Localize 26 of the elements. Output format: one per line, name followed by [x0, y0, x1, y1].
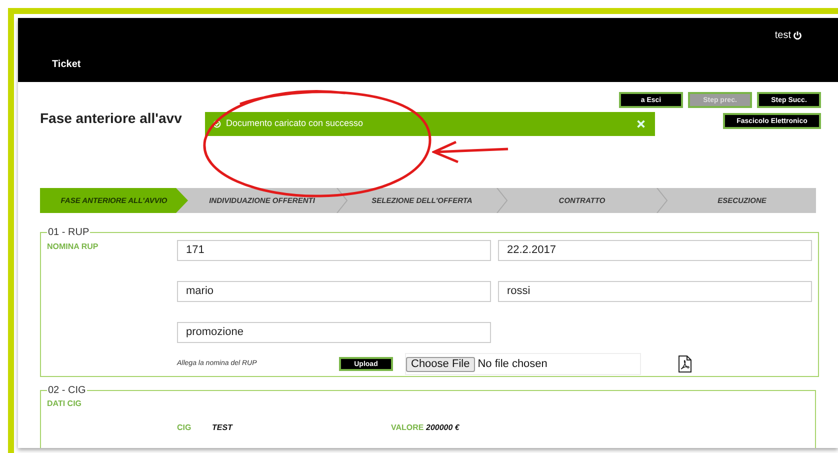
page-title: Fase anteriore all'avv	[40, 109, 182, 128]
file-status: No file chosen	[478, 356, 548, 372]
text-field[interactable]: rossi	[498, 281, 812, 302]
pdf-file-icon[interactable]	[678, 355, 692, 373]
check-circle-icon	[213, 120, 221, 128]
chevron-divider	[656, 188, 668, 213]
field-value: TEST	[212, 422, 232, 434]
field-value: 200000 €	[426, 422, 460, 434]
toast-message: Documento caricato con successo	[226, 117, 364, 130]
text-field[interactable]: 171	[177, 240, 491, 261]
section-legend: 01 - RUP	[47, 225, 90, 240]
section-label: DATI CIG	[47, 398, 83, 410]
power-icon[interactable]	[793, 31, 802, 40]
text-field[interactable]: 22.2.2017	[498, 240, 812, 261]
section-label: NOMINA RUP	[47, 241, 100, 253]
chevron-divider	[496, 188, 508, 213]
section-legend: 02 - CIG	[47, 383, 87, 398]
text-field[interactable]: promozione	[177, 322, 491, 343]
field-label: VALORE	[391, 422, 425, 434]
choose-file-button[interactable]: Choose File	[406, 356, 475, 372]
field-label: CIG	[177, 422, 192, 434]
chevron-divider	[336, 188, 348, 213]
text-field[interactable]: mario	[177, 281, 491, 302]
file-input[interactable]: Choose File No file chosen	[405, 353, 641, 375]
user-name[interactable]: test	[774, 28, 791, 43]
nav-link[interactable]: Ticket	[52, 57, 81, 72]
